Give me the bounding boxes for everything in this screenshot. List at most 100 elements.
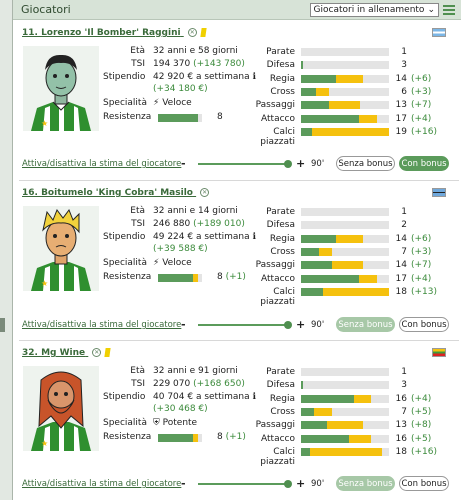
skill-value: 13 <box>395 420 407 431</box>
separator <box>19 180 459 181</box>
skill-value: 18 <box>395 286 407 297</box>
specialty-row: Specialità ⚡ Veloce <box>103 98 192 108</box>
skill-bar-base <box>301 101 330 110</box>
skill-label: Calci piazzati <box>260 126 295 147</box>
specialty-row: Specialità ⚡ Veloce <box>103 258 192 268</box>
tsi-row: TSI 229 070 (+168 650) <box>131 379 245 389</box>
skill-bar <box>301 221 389 230</box>
minutes-slider[interactable] <box>198 160 292 168</box>
stamina-fill <box>158 114 198 122</box>
minutes-value: 90' <box>311 479 325 489</box>
skill-value: 1 <box>401 207 407 217</box>
stamina-fill <box>158 434 194 442</box>
skill-row: Calci piazzati 18 (+13) <box>245 286 461 307</box>
with-bonus-button[interactable]: Con bonus <box>399 476 449 491</box>
skill-row: Attacco 16 (+5) <box>245 434 461 445</box>
age-row: Età 32 anni e 91 giorni <box>130 366 238 376</box>
minutes-slider[interactable] <box>198 321 292 329</box>
toggle-estimate-link[interactable]: Attiva/disattiva la stima del giocatore <box>22 320 181 330</box>
toggle-estimate-link[interactable]: Attiva/disattiva la stima del giocatore <box>22 479 181 489</box>
players-panel: Giocatori Giocatori in allenamento ⌄ 11.… <box>12 0 461 500</box>
player-name-link[interactable]: 32. Mg Wine <box>22 348 85 358</box>
stamina-bar <box>158 434 202 442</box>
skill-bonus: (+4) <box>411 273 432 284</box>
without-bonus-button[interactable]: Senza bonus <box>336 156 395 171</box>
tsi-row: TSI 194 370 (+143 780) <box>131 59 245 69</box>
skill-bar-bonus <box>353 394 372 403</box>
stamina-value: 8 (+1) <box>217 432 246 442</box>
skill-label: Regia <box>269 393 295 404</box>
slider-knob[interactable] <box>284 480 292 488</box>
skill-label: Cross <box>270 86 295 97</box>
skill-label: Attacco <box>261 113 295 124</box>
skill-value: 7 <box>401 246 407 257</box>
minus-button[interactable]: - <box>181 318 186 331</box>
slider-knob[interactable] <box>284 321 292 329</box>
with-bonus-button[interactable]: Con bonus <box>399 156 449 171</box>
without-bonus-button[interactable]: Senza bonus <box>336 476 395 491</box>
skill-bonus: (+3) <box>411 86 432 97</box>
slider-knob[interactable] <box>284 160 292 168</box>
skill-bonus: (+4) <box>411 113 432 124</box>
flag-icon <box>432 348 446 357</box>
without-bonus-button[interactable]: Senza bonus <box>336 317 395 332</box>
plus-button[interactable]: + <box>296 318 305 331</box>
plus-button[interactable]: + <box>296 157 305 170</box>
player-avatar: ★ <box>23 46 99 131</box>
skill-bar <box>301 421 389 430</box>
plus-button[interactable]: + <box>296 477 305 490</box>
skill-bar <box>301 274 389 283</box>
skill-row: Passaggi 14 (+7) <box>245 260 461 271</box>
skill-value: 14 <box>395 233 407 244</box>
skill-bar <box>301 61 389 70</box>
panel-header: Giocatori Giocatori in allenamento ⌄ <box>13 0 461 20</box>
svg-text:★: ★ <box>41 119 48 128</box>
skill-bar-bonus <box>359 274 377 283</box>
skill-row: Calci piazzati 19 (+16) <box>245 126 461 147</box>
yellow-card-icon <box>200 28 207 37</box>
close-circle-icon[interactable]: ✕ <box>92 348 102 357</box>
skill-bar <box>301 234 389 243</box>
stamina-row: Resistenza <box>103 112 152 122</box>
skill-bonus: (+16) <box>411 126 438 137</box>
wage-row: Stipendio 40 704 € a settimana ℹ <box>103 392 256 402</box>
stamina-row: Resistenza <box>103 272 152 282</box>
menu-icon[interactable] <box>443 4 455 15</box>
skill-bar <box>301 261 389 270</box>
age-row: Età 32 anni e 14 giorni <box>130 206 238 216</box>
skill-bar-bonus <box>349 434 372 443</box>
player-name-link[interactable]: 11. Lorenzo 'Il Bomber' Raggini <box>22 28 181 38</box>
skill-bar <box>301 394 389 403</box>
skill-row: Cross 7 (+5) <box>245 407 461 418</box>
skill-bar <box>301 127 389 136</box>
skill-bar <box>301 434 389 443</box>
skill-label: Regia <box>269 233 295 244</box>
skill-bonus: (+3) <box>411 246 432 257</box>
player-name-link[interactable]: 16. Boitumelo 'King Cobra' Masilo <box>22 188 193 198</box>
skill-bar-bonus <box>336 234 363 243</box>
skill-value: 7 <box>401 406 407 417</box>
player-filter-select[interactable]: Giocatori in allenamento ⌄ <box>309 2 439 17</box>
close-circle-icon[interactable]: ✕ <box>187 28 197 37</box>
scroll-marker <box>0 318 5 332</box>
toggle-estimate-link[interactable]: Attiva/disattiva la stima del giocatore <box>22 159 181 169</box>
skill-label: Parate <box>266 367 295 377</box>
minus-button[interactable]: - <box>181 477 186 490</box>
with-bonus-button[interactable]: Con bonus <box>399 317 449 332</box>
skill-value: 1 <box>401 47 407 57</box>
skill-bonus: (+7) <box>411 260 432 271</box>
skill-bar-base <box>301 247 319 256</box>
wage-delta-row: (+34 180 €) <box>153 84 208 94</box>
skill-bar-bonus <box>312 127 389 136</box>
skill-bar-bonus <box>336 74 363 83</box>
minus-button[interactable]: - <box>181 157 186 170</box>
skill-bar <box>301 407 389 416</box>
close-circle-icon[interactable]: ✕ <box>200 188 210 197</box>
skill-row: Regia 16 (+4) <box>245 394 461 405</box>
minutes-slider[interactable] <box>198 480 292 488</box>
minutes-value: 90' <box>311 320 325 330</box>
skill-bar <box>301 287 389 296</box>
skill-bar <box>301 381 389 390</box>
skill-value: 18 <box>395 446 407 457</box>
wage-row: Stipendio 49 224 € a settimana ℹ <box>103 232 256 242</box>
